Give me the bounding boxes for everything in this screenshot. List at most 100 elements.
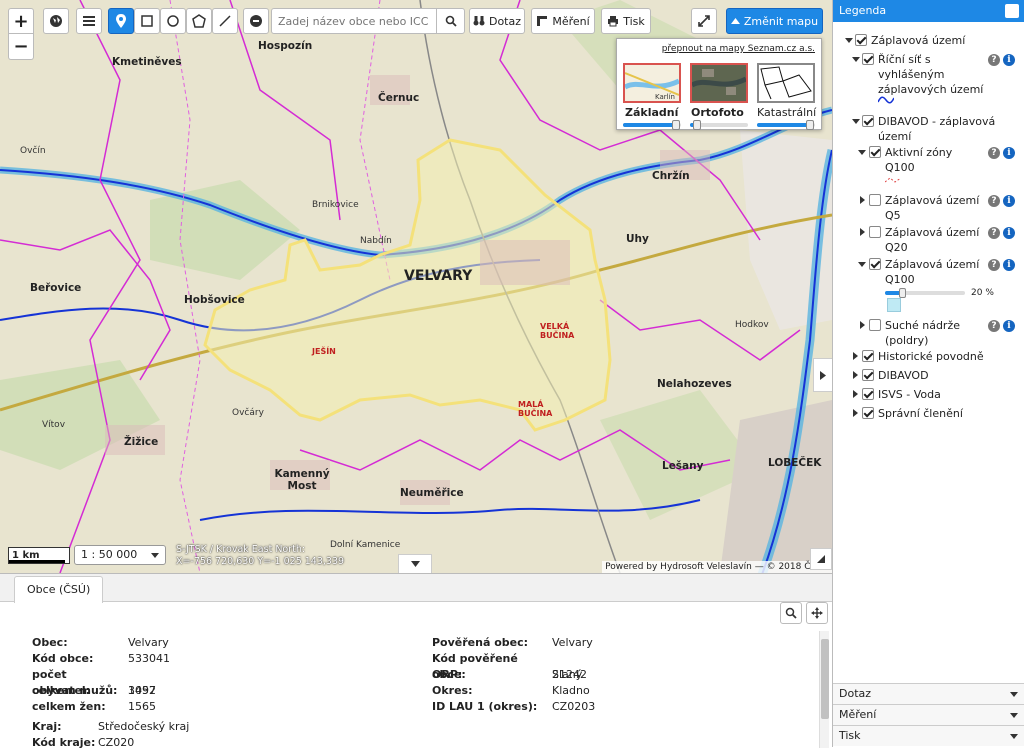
change-map-label: Změnit mapu	[743, 14, 819, 28]
layers-menu-button[interactable]	[76, 8, 102, 34]
help-icon[interactable]: ?	[988, 259, 1000, 271]
layer-checkbox[interactable]	[862, 53, 874, 65]
accordion-dotaz[interactable]: Dotaz	[833, 683, 1024, 704]
expand-toggle[interactable]	[852, 119, 860, 124]
draw-circle-button[interactable]	[160, 8, 186, 34]
info-icon[interactable]: i	[1003, 227, 1015, 239]
coordinates-readout: S-JTSK / Krovak East North: X=-756 720,6…	[176, 544, 344, 568]
scale-select[interactable]: 1 : 50 000	[74, 545, 166, 565]
search-button[interactable]	[436, 9, 464, 33]
help-icon[interactable]: ?	[988, 320, 1000, 332]
accordion-tisk[interactable]: Tisk	[833, 725, 1024, 746]
basic-opacity-slider[interactable]	[623, 120, 681, 130]
basic-map-thumbnail: Karlín	[623, 72, 681, 101]
map-label: Beřovice	[30, 282, 82, 294]
expand-toggle[interactable]	[853, 390, 858, 398]
info-panel-scrollbar[interactable]	[819, 631, 829, 748]
change-map-button[interactable]: Změnit mapu	[726, 8, 823, 34]
basemap-thumb-orthophoto[interactable]	[690, 63, 748, 103]
pan-to-feature-button[interactable]	[806, 602, 828, 624]
line-icon	[219, 15, 231, 27]
basemap-thumb-basic[interactable]: Karlín	[623, 63, 681, 103]
search-input[interactable]	[272, 10, 436, 32]
layer-checkbox[interactable]	[862, 407, 874, 419]
layer-checkbox[interactable]	[869, 319, 881, 331]
tab-obce-csu[interactable]: Obce (ČSÚ)	[14, 576, 104, 603]
expand-toggle[interactable]	[860, 228, 865, 236]
layer-checkbox[interactable]	[862, 350, 874, 362]
basemap-label-orthophoto: Ortofoto	[691, 106, 744, 119]
overview-map-toggle[interactable]	[810, 548, 832, 570]
help-icon[interactable]: ?	[988, 227, 1000, 239]
draw-rectangle-button[interactable]	[134, 8, 160, 34]
layer-checkbox[interactable]	[869, 194, 881, 206]
circle-icon	[167, 15, 179, 27]
draw-line-button[interactable]	[212, 8, 238, 34]
layer-checkbox[interactable]	[869, 226, 881, 238]
fullscreen-button[interactable]	[691, 8, 717, 34]
toggle-bottom-panel-button[interactable]	[398, 554, 432, 573]
help-icon[interactable]: ?	[988, 54, 1000, 66]
toggle-legend-button[interactable]	[813, 358, 832, 392]
clear-drawing-button[interactable]	[243, 8, 269, 34]
help-icon[interactable]: ?	[988, 147, 1000, 159]
globe-button[interactable]	[43, 8, 69, 34]
zoom-to-feature-button[interactable]	[780, 602, 802, 624]
layer-label: ISVS - Voda	[878, 388, 941, 401]
info-row: Okres: Kladno	[432, 684, 590, 697]
layer-checkbox[interactable]	[862, 388, 874, 400]
layer-label: Říční síť s vyhlášeným záplavových území	[878, 53, 984, 96]
basemap-thumb-cadastral[interactable]	[757, 63, 815, 103]
info-icon[interactable]: i	[1003, 259, 1015, 271]
expand-toggle[interactable]	[858, 262, 866, 267]
map-label: Kmetiněves	[112, 56, 182, 68]
info-row: počet obyvatel: 3057	[32, 668, 156, 697]
printer-icon	[608, 16, 619, 27]
expand-toggle[interactable]	[852, 57, 860, 62]
coords-crs: S-JTSK / Krovak East North:	[176, 544, 306, 555]
accordion-mereni[interactable]: Měření	[833, 704, 1024, 725]
info-icon[interactable]: i	[1003, 320, 1015, 332]
print-button[interactable]: Tisk	[601, 8, 651, 34]
orthophoto-opacity-slider[interactable]	[690, 120, 748, 130]
layer-checkbox[interactable]	[862, 115, 874, 127]
legend-close-button[interactable]	[1005, 4, 1019, 18]
layer-checkbox[interactable]	[862, 369, 874, 381]
cadastral-opacity-slider[interactable]	[757, 120, 815, 130]
expand-toggle[interactable]	[853, 371, 858, 379]
expand-toggle[interactable]	[860, 321, 865, 329]
zoom-out-button[interactable]: −	[8, 34, 34, 60]
help-icon[interactable]: ?	[988, 195, 1000, 207]
expand-toggle[interactable]	[858, 150, 866, 155]
expand-toggle[interactable]	[860, 196, 865, 204]
map-label: VELKÁ BUČINA	[540, 322, 575, 340]
layer-label: DIBAVOD	[878, 369, 929, 382]
map-label: MALÁ BUČINA	[518, 400, 553, 418]
info-icon[interactable]: i	[1003, 195, 1015, 207]
query-button[interactable]: Dotaz	[469, 8, 525, 34]
layer-checkbox[interactable]	[869, 146, 881, 158]
seznam-maps-link[interactable]: přepnout na mapy Seznam.cz a.s.	[662, 44, 815, 54]
zoom-in-button[interactable]: +	[8, 8, 34, 34]
active-zone-symbol-icon	[885, 177, 901, 183]
info-row: ID LAU 1 (okres): CZ0203	[432, 700, 596, 713]
layer-label: Záplavová území Q100	[885, 258, 980, 286]
map-label: Ovčáry	[232, 408, 264, 418]
map-label: Hodkov	[735, 320, 769, 330]
expand-toggle[interactable]	[853, 409, 858, 417]
map-canvas[interactable]: Hospozín Černuc Kmetiněves Chržín Uhy Be…	[0, 0, 832, 573]
draw-polygon-button[interactable]	[186, 8, 212, 34]
measure-button[interactable]: Měření	[531, 8, 595, 34]
draw-point-button[interactable]	[108, 8, 134, 34]
q100-opacity-slider[interactable]	[885, 288, 965, 298]
expand-toggle[interactable]	[845, 38, 853, 43]
info-icon[interactable]: i	[1003, 54, 1015, 66]
layer-checkbox[interactable]	[869, 258, 881, 270]
move-icon	[811, 607, 823, 619]
layer-label: Aktivní zóny Q100	[885, 146, 953, 174]
layer-checkbox[interactable]	[855, 34, 867, 46]
map-label-velvary: VELVARY	[404, 268, 473, 284]
info-icon[interactable]: i	[1003, 147, 1015, 159]
info-panel-tabs: Obce (ČSÚ)	[0, 574, 832, 603]
expand-toggle[interactable]	[853, 352, 858, 360]
